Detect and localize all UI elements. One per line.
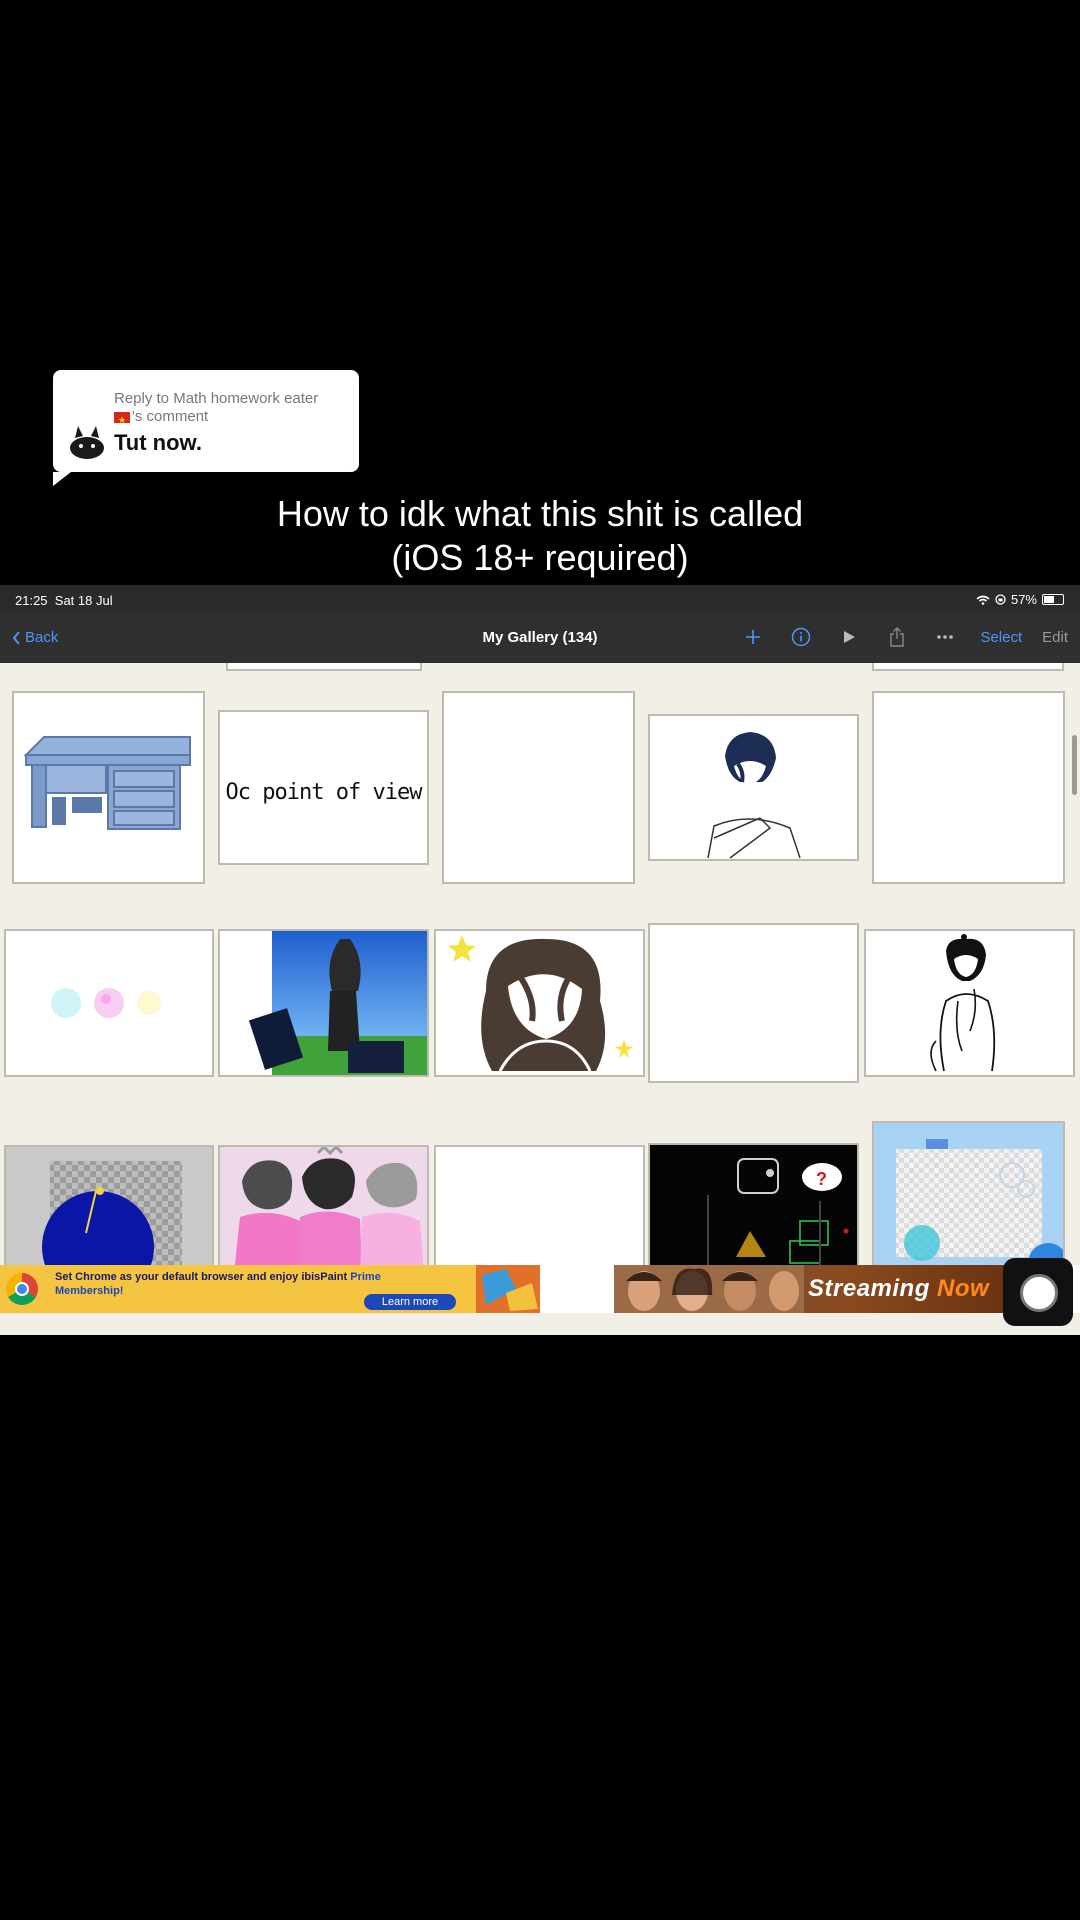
caption-line-1: How to idk what this shit is called [276, 493, 804, 534]
ad-banner[interactable]: Set Chrome as your default browser and e… [0, 1265, 1080, 1313]
caption-line-2: (iOS 18+ required) [391, 537, 689, 578]
screen-record-button[interactable] [1003, 1258, 1073, 1326]
stream-text-main: Streaming [808, 1275, 930, 1302]
scrollbar[interactable] [1072, 735, 1077, 795]
avatar [70, 426, 104, 459]
wifi-icon [976, 595, 990, 605]
streaming-ad-text: Streaming Now [808, 1275, 989, 1303]
frame-drawing [874, 1123, 1063, 1273]
collage-drawing [248, 931, 427, 1075]
artwork-thumbnail-bubbles[interactable] [4, 929, 214, 1077]
artwork-thumbnail[interactable] [226, 663, 422, 671]
plus-icon[interactable] [738, 625, 768, 649]
artwork-thumbnail-blank[interactable] [442, 691, 635, 884]
ipad-screen: 21:25 Sat 18 Jul 57% Back My Gallery (13… [0, 585, 1080, 1335]
ad-text-main: Set Chrome as your default browser and e… [55, 1271, 348, 1283]
chrome-icon [6, 1273, 38, 1305]
blue-circle-drawing [42, 1161, 182, 1273]
artwork-thumbnail-pink-girls[interactable] [218, 1145, 429, 1275]
reply-bubble: Reply to Math homework eater 's comment … [53, 370, 359, 486]
more-icon[interactable] [930, 625, 960, 649]
artwork-thumbnail-dark-doodle[interactable]: ? [648, 1143, 859, 1275]
svg-text:?: ? [816, 1169, 827, 1189]
edit-button[interactable]: Edit [1042, 629, 1068, 646]
nav-actions: Select Edit [720, 625, 1068, 649]
bubbles-drawing [51, 988, 161, 1018]
video-caption: How to idk what this shit is called (iOS… [0, 492, 1080, 580]
info-icon[interactable] [786, 625, 816, 649]
share-icon[interactable] [882, 625, 912, 649]
artwork-thumbnail-collage[interactable] [218, 929, 429, 1077]
learn-more-button[interactable]: Learn more [364, 1294, 456, 1310]
reply-meta: Reply to Math homework eater 's comment [114, 390, 354, 429]
character-sketch [707, 732, 801, 859]
reply-bubble-tail [53, 472, 71, 486]
status-right: 57% [976, 592, 1064, 607]
nav-bar: Back My Gallery (134) Select Edit [0, 613, 1080, 663]
girl-drawing [448, 935, 633, 1072]
artwork-thumbnail-character[interactable] [648, 714, 859, 861]
pink-girls-drawing [220, 1147, 427, 1273]
reply-text: Tut now. [114, 430, 202, 455]
ad-text-accent: Prime [350, 1271, 381, 1283]
artwork-thumbnail-blank[interactable] [648, 923, 859, 1083]
flag-icon [114, 411, 130, 429]
ad-art-image [476, 1265, 540, 1313]
battery-icon [1042, 594, 1064, 605]
status-time: 21:25 Sat 18 Jul [15, 593, 113, 608]
artwork-thumbnail-sketch[interactable] [864, 929, 1075, 1077]
chrome-ad[interactable]: Set Chrome as your default browser and e… [0, 1265, 540, 1313]
battery-percent: 57% [1010, 592, 1037, 607]
status-bar: 21:25 Sat 18 Jul 57% [0, 585, 1080, 613]
status-clock: 21:25 [15, 593, 48, 608]
thumbnail-text: Oc point of view [225, 780, 423, 805]
ad-text-line2: Membership! [55, 1285, 124, 1297]
orientation-lock-icon [995, 594, 1006, 605]
ad-faces-image [614, 1265, 804, 1313]
artwork-thumbnail[interactable] [872, 663, 1064, 671]
artwork-thumbnail-blank[interactable] [434, 1145, 645, 1275]
artwork-thumbnail-desk[interactable] [12, 691, 205, 884]
artwork-thumbnail-blue-circle[interactable] [4, 1145, 214, 1275]
select-button[interactable]: Select [980, 629, 1022, 646]
artwork-thumbnail-oc-pov[interactable]: Oc point of view [218, 710, 429, 865]
artwork-thumbnail-blank[interactable] [872, 691, 1065, 884]
stream-text-accent: Now [937, 1275, 990, 1302]
reply-meta-suffix: 's comment [132, 408, 209, 425]
sketch-drawing [930, 934, 996, 1072]
play-icon[interactable] [834, 625, 864, 649]
artwork-thumbnail-frame[interactable] [872, 1121, 1065, 1275]
status-date: Sat 18 Jul [54, 593, 113, 608]
desk-drawing [23, 736, 191, 830]
artwork-thumbnail-girl[interactable] [434, 929, 645, 1077]
reply-meta-prefix: Reply to Math homework eater [114, 390, 319, 407]
dark-doodle-drawing: ? [707, 1158, 849, 1273]
